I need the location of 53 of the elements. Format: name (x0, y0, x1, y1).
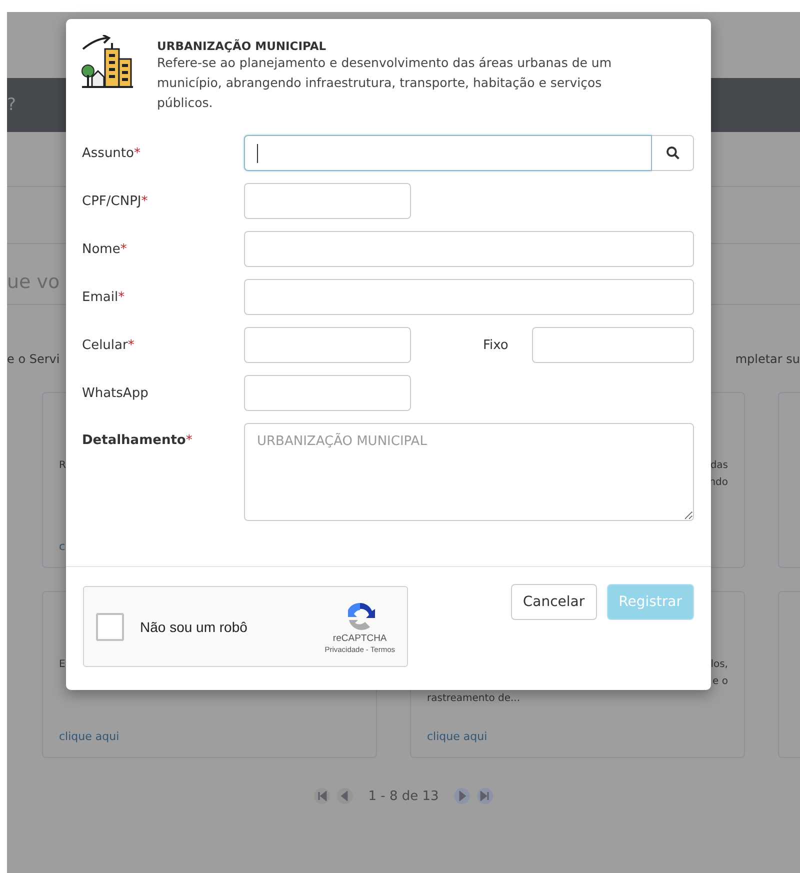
forward-button[interactable] (454, 788, 470, 804)
page-range: 1 - 8 de 13 (368, 788, 439, 804)
card-text: rastreamento de... (427, 692, 520, 706)
modal-title: URBANIZAÇÃO MUNICIPAL (157, 39, 328, 53)
card-text: R (59, 459, 66, 473)
input-field[interactable] (244, 135, 652, 171)
field-label: Assunto (82, 146, 134, 160)
skip-back-icon (317, 791, 328, 801)
field-label: Celular (82, 338, 128, 352)
skip-back-button[interactable] (314, 788, 330, 804)
captcha-label: Não sou um robô (140, 618, 248, 634)
back-icon (340, 791, 350, 801)
captcha-brand: reCAPTCHA (332, 632, 387, 644)
checkbox[interactable] (96, 612, 124, 640)
skip-forward-icon (480, 791, 490, 801)
input-field[interactable] (244, 375, 411, 411)
field-label: Nome (82, 242, 120, 256)
modal-description: Refere-se ao planejamento e desenvolvimento das áreas urbanas de um município, abrangendo infraestrutura, transporte, habitação e serviços públicos. (157, 54, 613, 112)
text-cursor (257, 144, 258, 163)
card-text: das (710, 459, 728, 473)
field-label: CPF/CNPJ (82, 194, 142, 208)
input-field[interactable] (244, 279, 694, 315)
card-text: E (59, 658, 66, 672)
card-link[interactable]: clique aqui (59, 730, 120, 743)
city-icon (81, 35, 135, 89)
card-link[interactable]: c (59, 540, 66, 553)
required-mark: * (186, 433, 192, 448)
required-mark: * (118, 290, 125, 304)
field-label: Fixo (483, 338, 510, 352)
intro-text: mpletar su (735, 352, 800, 366)
header-text: ? (7, 95, 16, 115)
required-mark: * (141, 194, 148, 208)
cancel-button[interactable]: Cancelar (510, 584, 597, 620)
required-mark: * (128, 338, 134, 352)
required-mark: * (134, 146, 140, 160)
card-link[interactable]: clique aqui (427, 730, 488, 743)
intro-text: e o Servi (7, 352, 60, 366)
field-label: Email (82, 290, 118, 304)
required-mark: * (120, 242, 127, 256)
card-text: los, (710, 658, 728, 672)
search-button[interactable] (652, 135, 694, 171)
input-field[interactable] (244, 183, 411, 219)
input-field[interactable] (244, 231, 694, 267)
field-label: Detalhamento (82, 433, 186, 448)
input-field[interactable] (244, 327, 411, 363)
back-button[interactable] (337, 788, 354, 804)
input-field[interactable] (532, 327, 694, 363)
card-text: e o (712, 675, 728, 689)
skip-forward-button[interactable] (476, 788, 493, 804)
text-area[interactable]: URBANIZAÇÃO MUNICIPAL (244, 423, 694, 521)
forward-icon (456, 791, 467, 801)
field-label: WhatsApp (82, 386, 148, 400)
search-icon (666, 146, 680, 160)
